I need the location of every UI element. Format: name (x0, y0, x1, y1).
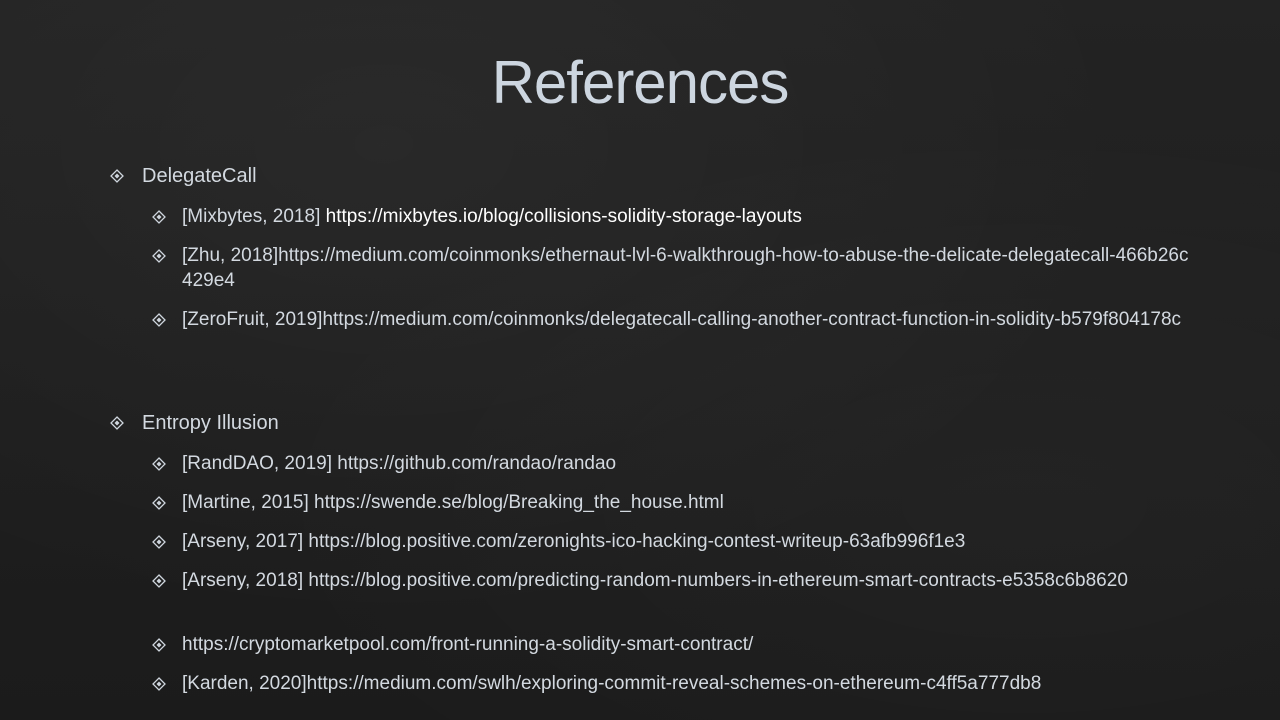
section-heading: DelegateCall (142, 165, 257, 187)
diamond-bullet-icon (152, 457, 166, 471)
reference-item: [Arseny, 2018] https://blog.positive.com… (152, 568, 1192, 593)
reference-citation: [Mixbytes, 2018] (182, 206, 321, 227)
reference-text[interactable]: [RandDAO, 2019] https://github.com/randa… (182, 451, 616, 476)
reference-link[interactable]: https://mixbytes.io/blog/collisions-soli… (326, 206, 802, 227)
diamond-bullet-icon (152, 535, 166, 549)
diamond-bullet-icon (152, 638, 166, 652)
reference-item: https://cryptomarketpool.com/front-runni… (152, 632, 1192, 657)
diamond-bullet-icon (110, 169, 124, 183)
reference-text[interactable]: [Karden, 2020]https://medium.com/swlh/ex… (182, 671, 1041, 696)
section-entropy-illusion: Entropy Illusion (110, 410, 279, 436)
reference-text[interactable]: https://cryptomarketpool.com/front-runni… (182, 632, 753, 657)
diamond-bullet-icon (110, 416, 124, 430)
reference-text[interactable]: [Arseny, 2017] https://blog.positive.com… (182, 529, 965, 554)
reference-text[interactable]: [Arseny, 2018] https://blog.positive.com… (182, 568, 1128, 593)
reference-item: [ZeroFruit, 2019]https://medium.com/coin… (152, 307, 1192, 332)
diamond-bullet-icon (152, 574, 166, 588)
reference-item: [Mixbytes, 2018] https://mixbytes.io/blo… (152, 204, 1192, 229)
reference-text[interactable]: [Zhu, 2018]https://medium.com/coinmonks/… (182, 243, 1192, 293)
diamond-bullet-icon (152, 313, 166, 327)
reference-item: [Arseny, 2017] https://blog.positive.com… (152, 529, 1192, 554)
reference-item: [Karden, 2020]https://medium.com/swlh/ex… (152, 671, 1192, 696)
reference-item: [Martine, 2015] https://swende.se/blog/B… (152, 490, 1192, 515)
slide: References DelegateCall [Mixbytes, 2018]… (0, 0, 1280, 720)
reference-item: [RandDAO, 2019] https://github.com/randa… (152, 451, 1192, 476)
diamond-bullet-icon (152, 496, 166, 510)
section-heading: Entropy Illusion (142, 412, 279, 434)
reference-text[interactable]: [ZeroFruit, 2019]https://medium.com/coin… (182, 307, 1181, 332)
diamond-bullet-icon (152, 210, 166, 224)
reference-item: [Zhu, 2018]https://medium.com/coinmonks/… (152, 243, 1192, 293)
section-delegatecall: DelegateCall (110, 163, 257, 189)
diamond-bullet-icon (152, 677, 166, 691)
diamond-bullet-icon (152, 249, 166, 263)
reference-text: [Mixbytes, 2018] https://mixbytes.io/blo… (182, 204, 802, 229)
reference-text[interactable]: [Martine, 2015] https://swende.se/blog/B… (182, 490, 724, 515)
slide-title: References (491, 49, 790, 116)
